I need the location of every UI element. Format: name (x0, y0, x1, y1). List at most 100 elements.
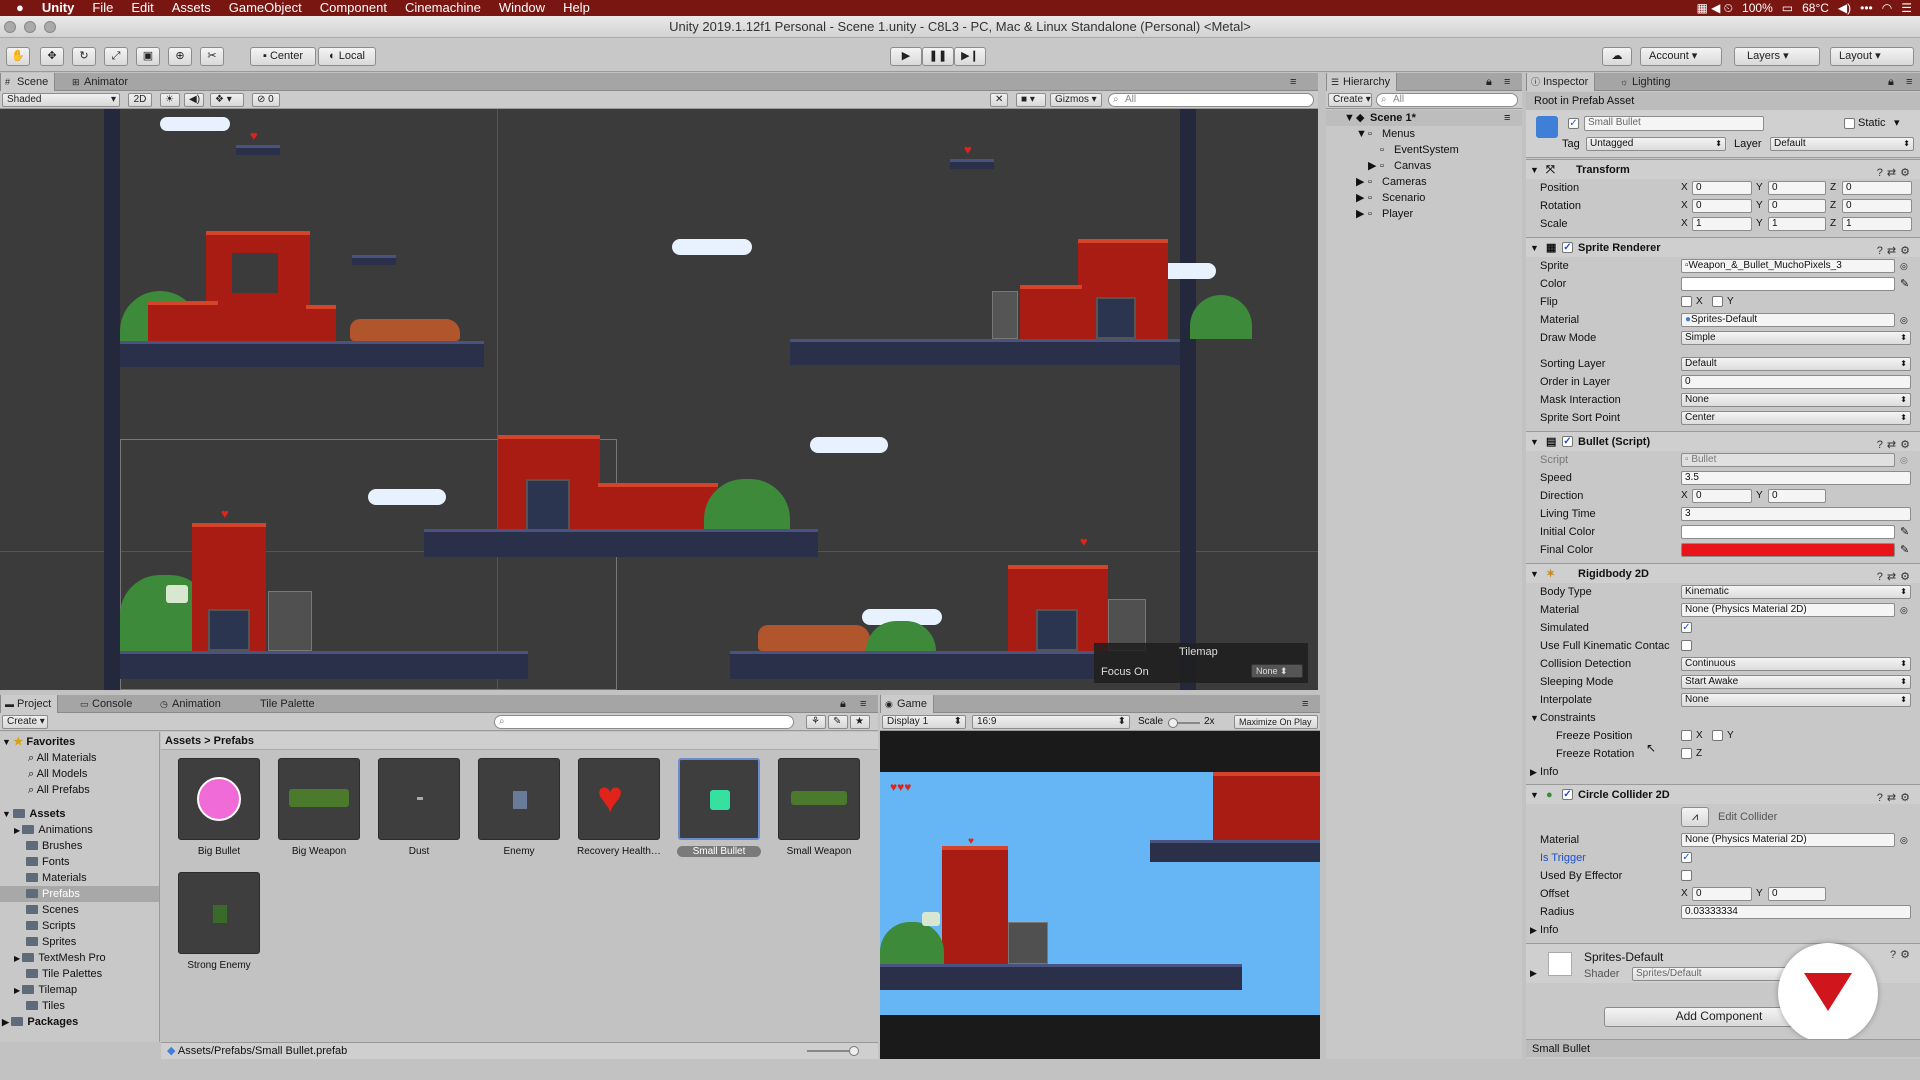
initial-color-swatch[interactable] (1681, 525, 1895, 539)
bullet-script-enabled-checkbox[interactable]: ✓ (1562, 436, 1573, 447)
position-y-field[interactable]: 0 (1768, 181, 1826, 195)
hierarchy-create-dropdown[interactable]: Create ▾ (1328, 93, 1372, 107)
order-field[interactable]: 0 (1681, 375, 1911, 389)
scale-slider[interactable] (1168, 718, 1200, 728)
asset-strong-enemy[interactable]: Strong Enemy (177, 872, 261, 971)
fold-arrow-icon[interactable]: ▼ (1530, 785, 1539, 805)
fold-arrow-icon[interactable]: ▼ (1530, 564, 1539, 584)
speed-field[interactable]: 3.5 (1681, 471, 1911, 485)
assets-header[interactable]: ▼ Assets (2, 806, 66, 822)
tab-game[interactable]: ◉ Game (880, 695, 934, 713)
final-color-swatch[interactable] (1681, 543, 1895, 557)
object-name-field[interactable]: Small Bullet (1584, 116, 1764, 131)
menu-component[interactable]: Component (311, 0, 396, 16)
tab-animator[interactable]: ⊞ Animator (68, 73, 134, 91)
maximize-on-play-toggle[interactable]: Maximize On Play (1234, 715, 1318, 729)
scene-search-input[interactable]: ⌕ All (1108, 93, 1314, 107)
favorite-star-icon[interactable]: ★ (850, 715, 870, 729)
rotation-y-field[interactable]: 0 (1768, 199, 1826, 213)
gizmos-dropdown[interactable]: Gizmos ▾ (1050, 93, 1102, 107)
menu-assets[interactable]: Assets (163, 0, 220, 16)
filter-label-icon[interactable]: ✎ (828, 715, 848, 729)
folder-scenes[interactable]: Scenes (26, 902, 79, 918)
hierarchy-item-canvas[interactable]: ▶ ▫ Canvas (1326, 158, 1522, 174)
expand-arrow-icon[interactable]: ▼ (1356, 126, 1367, 142)
object-picker-icon[interactable]: ◎ (1900, 831, 1908, 849)
component-actions-icon[interactable]: ?⇄⚙ (1877, 788, 1914, 808)
move-tool-button[interactable]: ✥ (40, 47, 64, 66)
scene-panel-menu-icon[interactable]: ≡ (1290, 73, 1296, 91)
istrigger-checkbox[interactable]: ✓ (1681, 852, 1692, 863)
folder-scripts[interactable]: Scripts (26, 918, 76, 934)
folder-textmesh-pro[interactable]: ▶ TextMesh Pro (14, 950, 106, 966)
fold-arrow-icon[interactable]: ▼ (1530, 160, 1539, 180)
minimize-window-button[interactable] (24, 21, 36, 33)
position-z-field[interactable]: 0 (1842, 181, 1912, 195)
flip-y-checkbox[interactable] (1712, 296, 1723, 307)
collab-cloud-icon[interactable]: ☁ (1602, 47, 1632, 66)
collision-dropdown[interactable]: Continuous (1681, 657, 1911, 671)
hierarchy-menu-icon[interactable]: ≡ (1504, 73, 1510, 91)
folder-brushes[interactable]: Brushes (26, 838, 82, 854)
hierarchy-item-menus[interactable]: ▼ ▫ Menus (1326, 126, 1522, 142)
inspector-menu-icon[interactable]: ≡ (1906, 73, 1912, 91)
sprite-renderer-enabled-checkbox[interactable]: ✓ (1562, 242, 1573, 253)
fold-arrow-icon[interactable]: ▼ (1530, 238, 1539, 258)
scale-y-field[interactable]: 1 (1768, 217, 1826, 231)
menu-unity[interactable]: Unity (33, 0, 84, 16)
2d-mode-toggle[interactable]: 2D (128, 93, 152, 107)
folder-materials[interactable]: Materials (26, 870, 87, 886)
folder-sprites[interactable]: Sprites (26, 934, 76, 950)
favorite-all-materials[interactable]: ⌕ All Materials (28, 750, 97, 766)
scale-x-field[interactable]: 1 (1692, 217, 1752, 231)
fullkinematic-checkbox[interactable] (1681, 640, 1692, 651)
sprite-renderer-header[interactable]: ▼ ▦ ✓ Sprite Renderer ?⇄⚙ (1526, 237, 1920, 257)
tab-lighting[interactable]: ☼ Lighting (1616, 73, 1677, 91)
folder-prefabs[interactable]: Prefabs (26, 886, 80, 902)
zoom-window-button[interactable] (44, 21, 56, 33)
expand-arrow-icon[interactable]: ▼ (2, 737, 13, 747)
sleeping-dropdown[interactable]: Start Awake (1681, 675, 1911, 689)
expand-arrow-icon[interactable]: ▼ (1344, 110, 1355, 126)
position-x-field[interactable]: 0 (1692, 181, 1752, 195)
sprite-field[interactable]: ▫Weapon_&_Bullet_MuchoPixels_3 (1681, 259, 1895, 273)
cc-info-row[interactable]: ▶ Info (1526, 921, 1920, 939)
active-checkbox[interactable]: ✓ (1568, 118, 1579, 129)
color-swatch[interactable] (1681, 277, 1895, 291)
lock-icon[interactable]: 🔒︎ (1888, 73, 1894, 91)
cc-material-field[interactable]: None (Physics Material 2D) (1681, 833, 1895, 847)
hierarchy-item-scenario[interactable]: ▶ ▫ Scenario (1326, 190, 1522, 206)
tag-dropdown[interactable]: Untagged (1586, 137, 1726, 151)
freeze-rotation-z-checkbox[interactable] (1681, 748, 1692, 759)
game-viewport[interactable]: ♥♥♥ ♥ (880, 772, 1320, 1015)
hidden-objects-toggle[interactable]: ⊘ 0 (252, 93, 280, 107)
pivot-local-button[interactable]: ◐ Local (318, 47, 376, 66)
layers-dropdown[interactable]: Layers ▾ (1734, 47, 1820, 66)
sortpoint-dropdown[interactable]: Center (1681, 411, 1911, 425)
transform-header[interactable]: ▼ ⤧ Transform ?⇄⚙ (1526, 159, 1920, 179)
fold-arrow-icon[interactable]: ▶ (1530, 968, 1537, 979)
battery-icon[interactable]: ▭ (1782, 0, 1793, 16)
lighting-toggle-icon[interactable]: ☀ (160, 93, 180, 107)
rect-tool-button[interactable]: ▣ (136, 47, 160, 66)
hierarchy-item-cameras[interactable]: ▶ ▫ Cameras (1326, 174, 1522, 190)
hierarchy-search-input[interactable]: ⌕ All (1376, 93, 1518, 107)
expand-arrow-icon[interactable]: ▶ (1356, 174, 1364, 190)
tools-icon[interactable]: ✕ (990, 93, 1008, 107)
project-menu-icon[interactable]: ≡ (860, 695, 866, 713)
hierarchy-scene-row[interactable]: ▼ ◆ Scene 1* ≡ (1326, 110, 1522, 126)
close-window-button[interactable] (4, 21, 16, 33)
asset-dust[interactable]: Dust (377, 758, 461, 857)
direction-y-field[interactable]: 0 (1768, 489, 1826, 503)
slider-handle[interactable] (1168, 718, 1178, 728)
expand-arrow-icon[interactable]: ▶ (1356, 190, 1364, 206)
layout-dropdown[interactable]: Layout ▾ (1830, 47, 1914, 66)
usedbyeffector-checkbox[interactable] (1681, 870, 1692, 881)
status-icons[interactable]: ▦ ◀ ⏲ (1696, 0, 1733, 16)
rotation-z-field[interactable]: 0 (1842, 199, 1912, 213)
eyedropper-icon[interactable]: ✎ (1900, 541, 1909, 559)
material-field[interactable]: ●Sprites-Default (1681, 313, 1895, 327)
account-dropdown[interactable]: Account ▾ (1640, 47, 1722, 66)
project-search-input[interactable]: ⌕ (494, 715, 794, 729)
asset-enemy[interactable]: Enemy (477, 758, 561, 857)
